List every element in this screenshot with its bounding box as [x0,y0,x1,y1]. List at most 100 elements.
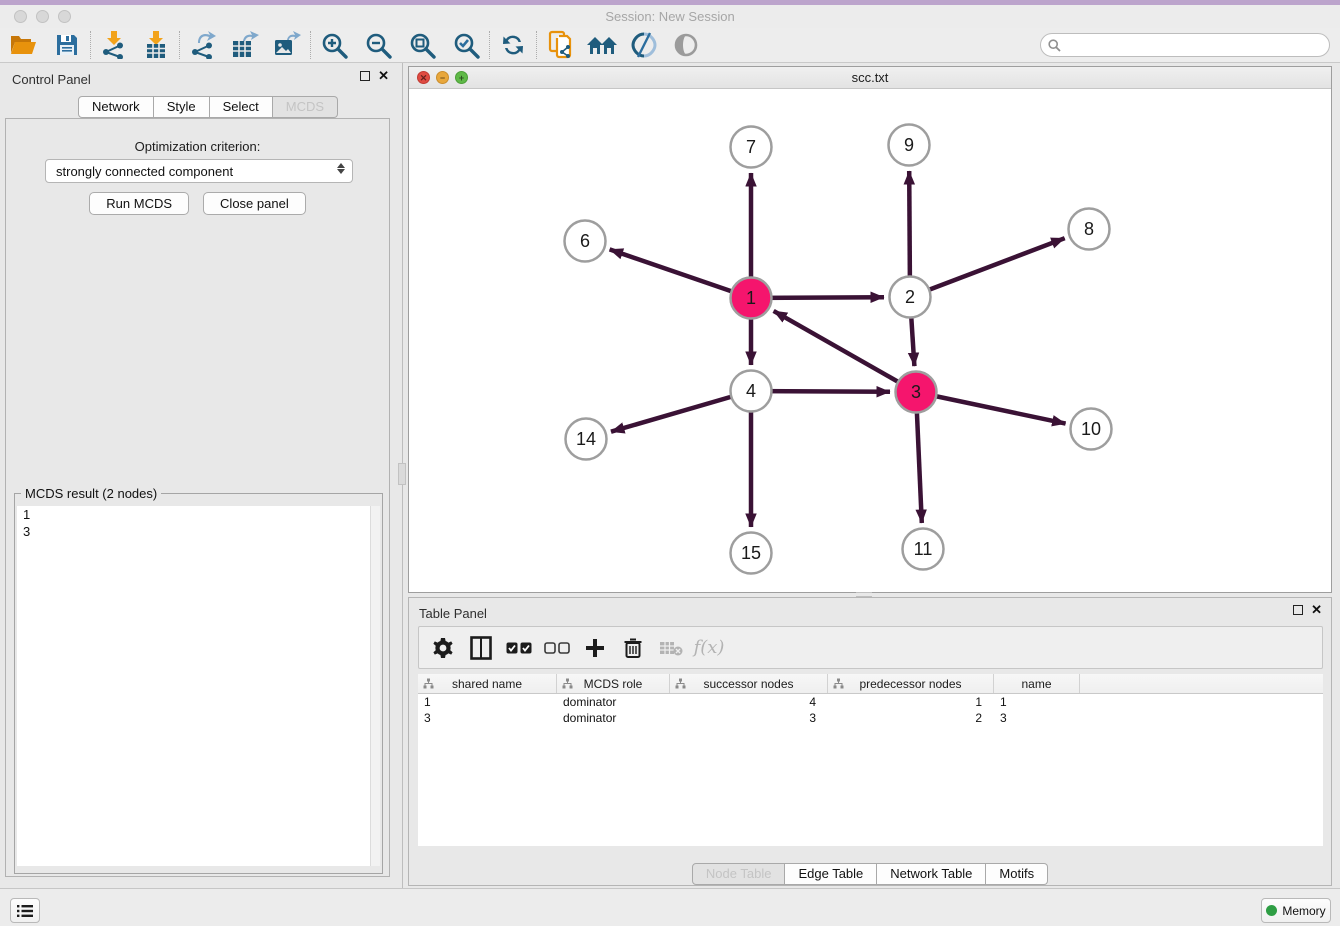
apply-layout-button[interactable] [495,29,531,61]
style-slash-icon [630,32,658,58]
tab-mcds[interactable]: MCDS [273,96,338,118]
cell-shared-name[interactable]: 3 [418,710,557,726]
node-3[interactable]: 3 [896,372,937,413]
mcds-result-groupbox: MCDS result (2 nodes) 13 [14,493,383,874]
panel-splitter[interactable] [397,63,408,888]
dropdown-stepper-icon [337,163,345,174]
edge-1-6[interactable] [610,249,751,298]
import-network-button[interactable] [96,29,132,61]
tab-node-table[interactable]: Node Table [692,863,786,885]
node-9[interactable]: 9 [889,125,930,166]
toolbar-separator [489,31,490,59]
show-hide-graphics-button[interactable] [668,29,704,61]
optimization-criterion-dropdown[interactable]: strongly connected component [45,159,353,183]
node-8[interactable]: 8 [1069,209,1110,250]
list-icon [17,904,33,918]
export-image-button[interactable] [269,29,305,61]
run-mcds-button[interactable]: Run MCDS [89,192,189,215]
column-header-predecessor-nodes[interactable]: predecessor nodes [828,674,994,693]
optimization-criterion-label: Optimization criterion: [6,139,389,154]
cell-successor-nodes[interactable]: 3 [670,710,828,726]
edge-2-8[interactable] [910,238,1065,297]
tab-select[interactable]: Select [210,96,273,118]
zoom-out-button[interactable] [360,29,396,61]
delete-table-button[interactable] [655,631,687,665]
node-7[interactable]: 7 [731,127,772,168]
plus-icon [585,638,605,658]
task-history-button[interactable] [10,898,40,923]
column-header-shared-name[interactable]: shared name [418,674,557,693]
column-header-name[interactable]: name [994,674,1080,693]
edge-4-14[interactable] [611,391,751,432]
close-panel-button[interactable]: Close panel [203,192,306,215]
cell-successor-nodes[interactable]: 4 [670,694,828,710]
open-session-button[interactable] [5,29,41,61]
delete-row-button[interactable] [617,631,649,665]
node-table[interactable]: shared nameMCDS rolesuccessor nodesprede… [418,674,1323,846]
refresh-icon [500,32,526,58]
float-panel-icon[interactable] [360,71,370,81]
table-row[interactable]: 1dominator411 [418,694,1323,710]
node-14[interactable]: 14 [566,419,607,460]
select-all-columns-button[interactable] [503,631,535,665]
float-table-panel-icon[interactable] [1293,605,1303,615]
node-1[interactable]: 1 [731,278,772,319]
column-header-successor-nodes[interactable]: successor nodes [670,674,828,693]
zoom-selected-button[interactable] [448,29,484,61]
close-panel-icon[interactable]: ✕ [378,71,389,81]
table-panel: Table Panel ✕ [408,597,1332,886]
mcds-result-item[interactable]: 1 [17,506,370,523]
node-2[interactable]: 2 [890,277,931,318]
deselect-all-columns-button[interactable] [541,631,573,665]
mcds-result-list[interactable]: 13 [17,506,370,866]
save-session-button[interactable] [49,29,85,61]
column-layout-button[interactable] [465,631,497,665]
node-15[interactable]: 15 [731,533,772,574]
window-title: Session: New Session [0,9,1340,24]
import-table-button[interactable] [138,29,174,61]
clone-network-button[interactable] [542,29,578,61]
function-builder-button[interactable]: f(x) [693,631,725,665]
edge-3-10[interactable] [916,392,1066,424]
dropdown-value: strongly connected component [56,164,233,179]
node-11[interactable]: 11 [903,529,944,570]
cell-MCDS-role[interactable]: dominator [557,694,670,710]
tab-motifs[interactable]: Motifs [986,863,1048,885]
export-network-button[interactable] [185,29,221,61]
mcds-result-item[interactable]: 3 [17,523,370,540]
memory-button[interactable]: Memory [1261,898,1331,923]
network-window-titlebar[interactable]: ✕ − + scc.txt [409,67,1331,89]
cell-name[interactable]: 1 [994,694,1080,710]
table-row[interactable]: 3dominator323 [418,710,1323,726]
search-input[interactable] [1065,36,1329,54]
network-graph[interactable]: 1 2 3 4 6 7 8 9 10 11 14 15 [409,89,1331,592]
node-10[interactable]: 10 [1071,409,1112,450]
titlebar[interactable]: Session: New Session [0,5,1340,28]
tab-edge-table[interactable]: Edge Table [785,863,877,885]
tab-network[interactable]: Network [78,96,154,118]
cell-name[interactable]: 3 [994,710,1080,726]
network-canvas[interactable]: 1 2 3 4 6 7 8 9 10 11 14 15 [409,89,1331,592]
table-settings-button[interactable] [427,631,459,665]
toolbar-separator [90,31,91,59]
add-row-button[interactable] [579,631,611,665]
splitter-grip[interactable] [398,463,406,485]
export-table-button[interactable] [227,29,263,61]
search-box[interactable] [1040,33,1330,57]
zoom-in-button[interactable] [316,29,352,61]
close-table-panel-icon[interactable]: ✕ [1311,605,1322,615]
edge-3-1[interactable] [774,311,916,392]
cell-predecessor-nodes[interactable]: 1 [828,694,994,710]
result-scrollbar[interactable] [370,506,380,866]
tab-style[interactable]: Style [154,96,210,118]
cell-shared-name[interactable]: 1 [418,694,557,710]
first-neighbors-button[interactable] [584,29,620,61]
zoom-fit-button[interactable] [404,29,440,61]
node-4[interactable]: 4 [731,371,772,412]
column-header-MCDS-role[interactable]: MCDS role [557,674,670,693]
show-hide-style-button[interactable] [626,29,662,61]
node-6[interactable]: 6 [565,221,606,262]
cell-predecessor-nodes[interactable]: 2 [828,710,994,726]
tab-network-table[interactable]: Network Table [877,863,986,885]
cell-MCDS-role[interactable]: dominator [557,710,670,726]
